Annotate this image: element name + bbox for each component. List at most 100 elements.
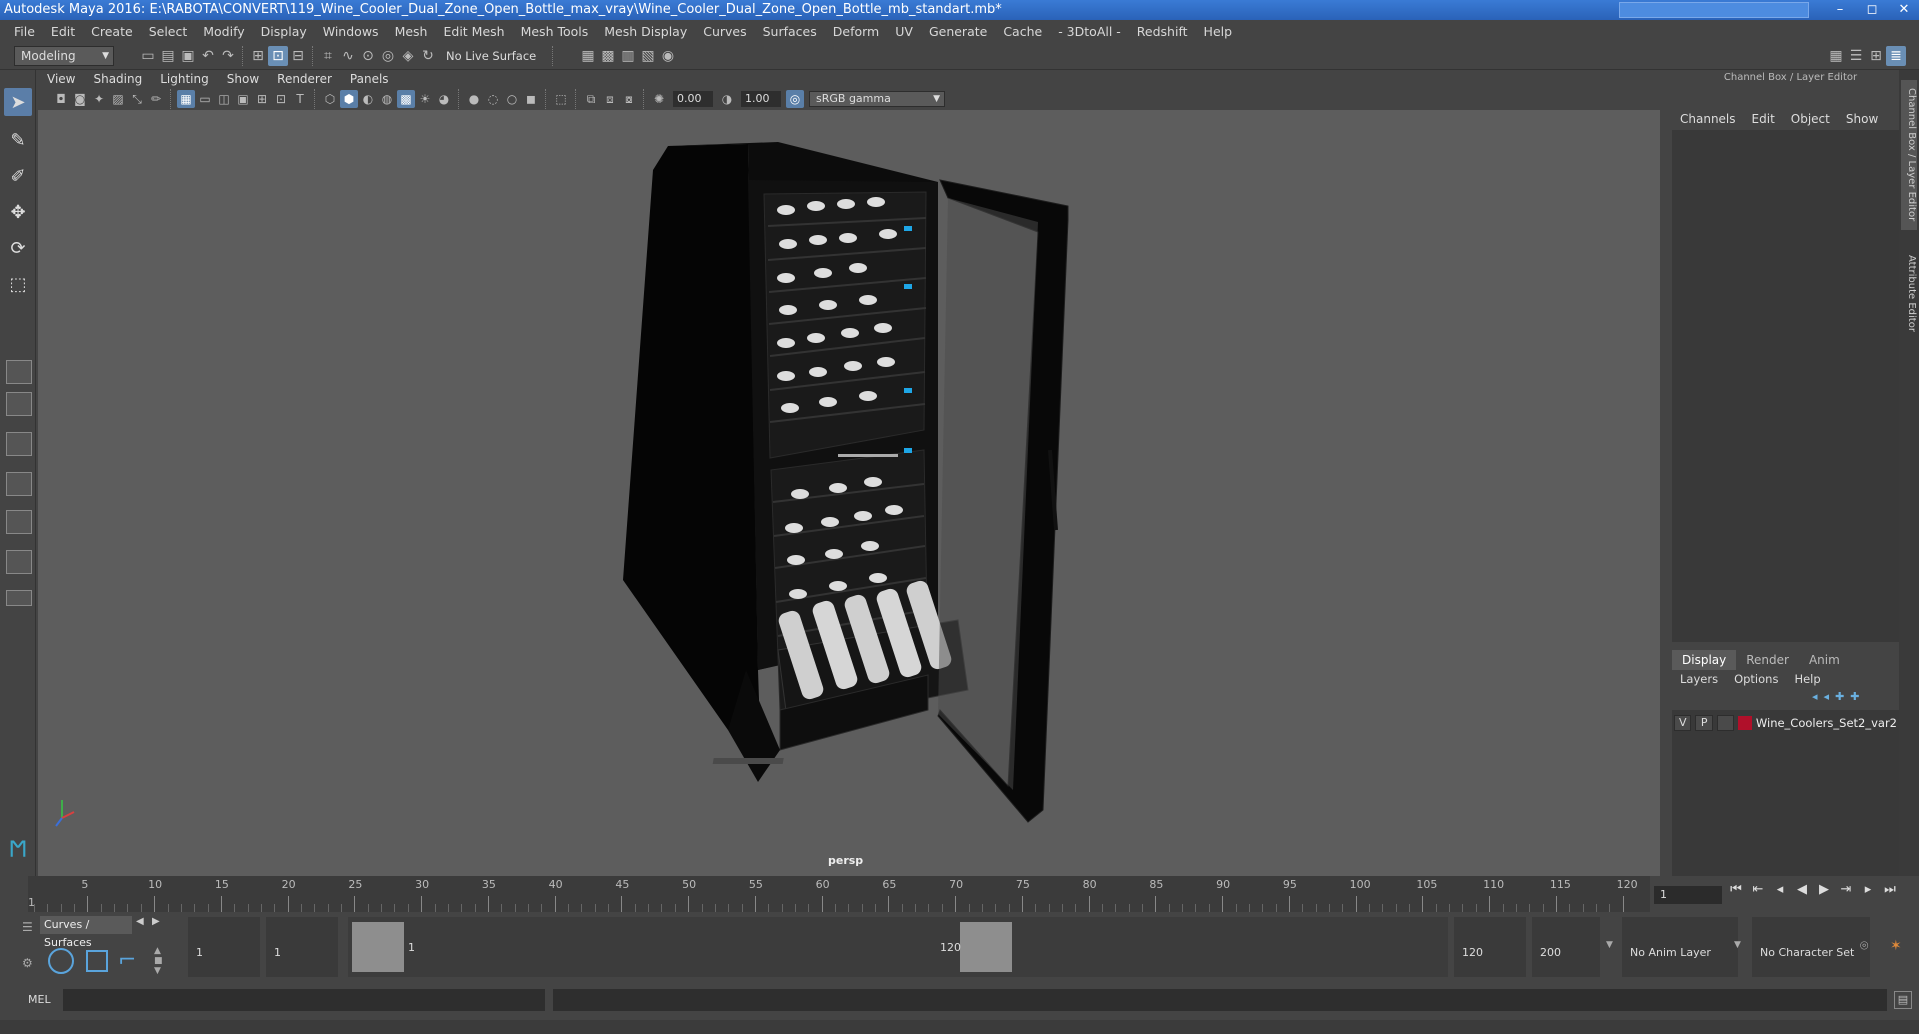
image-plane-icon[interactable]: ▨ [109, 90, 127, 108]
move-layer-up-icon[interactable]: ◂ [1812, 690, 1818, 703]
viewport-menu-panels[interactable]: Panels [341, 72, 398, 86]
minimize-button[interactable]: – [1831, 0, 1849, 20]
bookmark-icon[interactable]: ✦ [90, 90, 108, 108]
layers-menu[interactable]: Layers [1672, 672, 1726, 686]
step-back-frame-icon[interactable]: ◂ [1772, 882, 1788, 897]
undo-icon[interactable]: ↶ [198, 46, 218, 66]
textured-icon[interactable]: ▩ [397, 90, 415, 108]
object-menu[interactable]: Object [1783, 112, 1838, 126]
new-layer-icon[interactable]: ✚ [1835, 690, 1844, 703]
menu-mesh-tools[interactable]: Mesh Tools [513, 24, 597, 39]
single-perspective-layout-icon[interactable] [6, 360, 32, 384]
menu-deform[interactable]: Deform [825, 24, 887, 39]
tab-channel-box-layer-editor[interactable]: Channel Box / Layer Editor [1901, 80, 1917, 230]
new-scene-icon[interactable]: ▭ [138, 46, 158, 66]
node-editor-icon[interactable]: ⊞ [1866, 46, 1886, 66]
custom-layout-icon[interactable] [6, 590, 32, 606]
layer-name[interactable]: Wine_Coolers_Set2_var2 [1756, 716, 1897, 730]
snap-view-icon[interactable]: ◎ [378, 46, 398, 66]
shadows-icon[interactable]: ◕ [435, 90, 453, 108]
xray-joints-icon[interactable]: ⧈ [601, 90, 619, 108]
tab-render[interactable]: Render [1736, 650, 1799, 670]
smooth-shade-icon[interactable]: ⬢ [340, 90, 358, 108]
snap-surface-icon[interactable]: ◈ [398, 46, 418, 66]
viewport-menu-shading[interactable]: Shading [84, 72, 151, 86]
field-chart-icon[interactable]: ⊞ [253, 90, 271, 108]
menu-mesh[interactable]: Mesh [387, 24, 436, 39]
menu-redshift[interactable]: Redshift [1129, 24, 1196, 39]
playback-start-field[interactable]: 1 [266, 917, 338, 977]
xray-components-icon[interactable]: ⧇ [620, 90, 638, 108]
hypershade-icon[interactable]: ◉ [658, 46, 678, 66]
play-backwards-icon[interactable]: ◀ [1794, 882, 1810, 897]
help-search-input[interactable] [1619, 2, 1809, 18]
outliner-icon[interactable]: ☰ [1846, 46, 1866, 66]
view-transform-dropdown[interactable]: sRGB gamma ▼ [809, 91, 945, 107]
script-editor-icon[interactable]: ▤ [1894, 991, 1912, 1009]
show-menu[interactable]: Show [1838, 112, 1886, 126]
shelf-stepper-icon[interactable]: ▲ ■ ▼ [154, 946, 163, 976]
resolution-gate-icon[interactable]: ◫ [215, 90, 233, 108]
menu-edit[interactable]: Edit [43, 24, 83, 39]
play-forwards-icon[interactable]: ▶ [1816, 882, 1832, 897]
menu-help[interactable]: Help [1196, 24, 1241, 39]
close-button[interactable]: ✕ [1895, 0, 1913, 20]
exposure-icon[interactable]: ✺ [650, 90, 668, 108]
isolate-select-icon[interactable]: ⬚ [552, 90, 570, 108]
channel-list[interactable] [1672, 130, 1901, 642]
select-object-icon[interactable]: ⊡ [268, 46, 288, 66]
ambient-occlusion-icon[interactable]: ● [465, 90, 483, 108]
safe-title-icon[interactable]: T [291, 90, 309, 108]
menu-mesh-display[interactable]: Mesh Display [596, 24, 695, 39]
render-frame-icon[interactable]: ▩ [598, 46, 618, 66]
options-menu[interactable]: Options [1726, 672, 1786, 686]
select-tool-icon[interactable]: ➤ [4, 88, 32, 116]
tab-attribute-editor[interactable]: Attribute Editor [1901, 238, 1917, 348]
layout-icon[interactable]: ▦ [1826, 46, 1846, 66]
tab-display[interactable]: Display [1672, 650, 1737, 670]
menu-display[interactable]: Display [253, 24, 315, 39]
new-layer-selected-icon[interactable]: ✚ [1850, 690, 1859, 703]
safe-action-icon[interactable]: ⊡ [272, 90, 290, 108]
snap-curve-icon[interactable]: ∿ [338, 46, 358, 66]
menu-uv[interactable]: UV [887, 24, 921, 39]
command-input[interactable] [63, 989, 545, 1011]
viewport-menu-renderer[interactable]: Renderer [268, 72, 341, 86]
gamma-field[interactable]: 1.00 [741, 91, 781, 107]
motion-blur-icon[interactable]: ◌ [484, 90, 502, 108]
select-component-icon[interactable]: ⊟ [288, 46, 308, 66]
range-slider-track[interactable] [348, 917, 1448, 977]
render-settings-icon[interactable]: ▦ [578, 46, 598, 66]
cv-curve-icon[interactable]: ⌐ [118, 948, 136, 973]
four-view-layout-icon[interactable] [6, 392, 32, 416]
viewport-menu-view[interactable]: View [38, 72, 84, 86]
menu-3dtoall[interactable]: - 3DtoAll - [1050, 24, 1129, 39]
shelf-menu-icon[interactable]: ☰ [22, 920, 33, 934]
go-to-start-icon[interactable]: ⏮ [1728, 882, 1744, 897]
render-view-icon[interactable]: ▧ [638, 46, 658, 66]
preferences-icon[interactable]: ✶ [1890, 938, 1902, 954]
persp-outliner-layout-icon[interactable] [6, 432, 32, 456]
wireframe-icon[interactable]: ⬡ [321, 90, 339, 108]
channels-menu[interactable]: Channels [1672, 112, 1744, 126]
rotate-tool-icon[interactable]: ⟳ [4, 234, 32, 262]
nurbs-circle-icon[interactable] [48, 948, 74, 974]
layer-playback-toggle[interactable]: P [1695, 715, 1713, 731]
chevron-down-icon[interactable]: ▼ [1606, 940, 1613, 950]
snap-live-icon[interactable]: ↻ [418, 46, 438, 66]
menu-surfaces[interactable]: Surfaces [755, 24, 825, 39]
step-forward-key-icon[interactable]: ⇥ [1838, 882, 1854, 897]
lasso-tool-icon[interactable]: ✎ [4, 126, 32, 154]
auto-key-icon[interactable]: ⌾ [1860, 938, 1868, 954]
wireframe-on-shaded-icon[interactable]: ◍ [378, 90, 396, 108]
chevron-down-icon[interactable]: ▼ [1734, 940, 1741, 950]
menu-generate[interactable]: Generate [921, 24, 995, 39]
step-forward-frame-icon[interactable]: ▸ [1860, 882, 1876, 897]
viewport-menu-lighting[interactable]: Lighting [151, 72, 218, 86]
character-set-dropdown[interactable]: No Character Set [1752, 917, 1870, 977]
animation-end-field[interactable]: 200 [1532, 917, 1600, 977]
help-menu[interactable]: Help [1786, 672, 1828, 686]
gamma-icon[interactable]: ◑ [718, 90, 736, 108]
snap-grid-icon[interactable]: ⌗ [318, 46, 338, 66]
viewport-menu-show[interactable]: Show [218, 72, 268, 86]
